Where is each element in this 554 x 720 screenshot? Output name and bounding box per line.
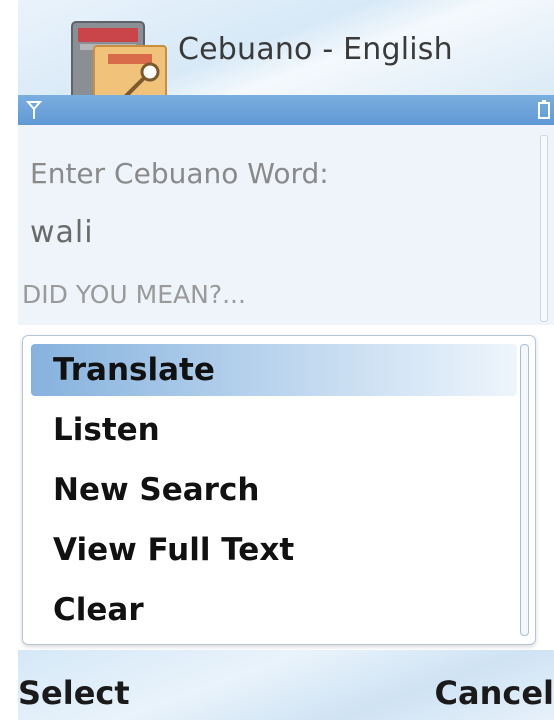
title-bar: Cebuano - English — [18, 0, 554, 125]
status-bar — [18, 95, 554, 125]
word-input[interactable]: wali — [30, 215, 94, 250]
select-button[interactable]: Select — [18, 674, 130, 712]
signal-icon — [26, 101, 42, 119]
cancel-button[interactable]: Cancel — [435, 674, 554, 712]
search-form: Enter Cebuano Word: wali DID YOU MEAN?..… — [18, 125, 554, 325]
battery-icon — [538, 100, 550, 119]
softkey-bar: Select Cancel — [18, 650, 554, 720]
menu-item-listen[interactable]: Listen — [31, 404, 517, 456]
did-you-mean-label: DID YOU MEAN?... — [22, 280, 246, 309]
phone-screen: Cebuano - English Enter Cebuano Word: wa… — [18, 0, 554, 720]
options-menu: Translate Listen New Search View Full Te… — [22, 335, 536, 645]
menu-item-translate[interactable]: Translate — [31, 344, 517, 396]
menu-item-clear[interactable]: Clear — [31, 584, 517, 636]
menu-item-new-search[interactable]: New Search — [31, 464, 517, 516]
app-title: Cebuano - English — [178, 32, 453, 67]
word-prompt-label: Enter Cebuano Word: — [30, 157, 329, 190]
menu-scrollbar[interactable] — [520, 344, 529, 636]
menu-item-view-full-text[interactable]: View Full Text — [31, 524, 517, 576]
content-scrollbar[interactable] — [540, 135, 548, 322]
